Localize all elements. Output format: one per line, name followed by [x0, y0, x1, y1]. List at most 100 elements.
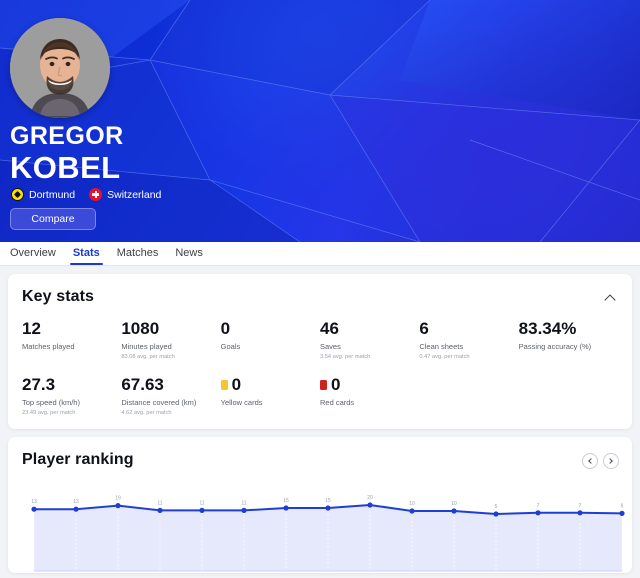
switzerland-flag-icon — [89, 188, 103, 201]
stat-value-text: 46 — [320, 319, 339, 338]
chart-point-label: 10 — [409, 501, 415, 507]
stat-sublabel: 83.08 avg. per match — [121, 354, 175, 360]
stat-item: 67.63 Distance covered (km) 4.62 avg. per … — [121, 375, 220, 417]
stat-value: 67.63 — [121, 375, 220, 395]
stat-value-text: 0 — [220, 319, 231, 338]
stat-item: 0 Goals — [221, 319, 320, 361]
stat-label: Yellow cards — [220, 398, 263, 407]
chart-data-point[interactable] — [535, 510, 541, 516]
chart-point-label: 13 — [31, 499, 37, 505]
ranking-prev-button[interactable] — [582, 453, 598, 469]
chevron-up-icon — [604, 293, 616, 306]
chart-point-label: 15 — [325, 498, 331, 504]
chart-point-label: 5 — [495, 504, 498, 510]
ranking-next-button[interactable] — [603, 453, 619, 469]
key-stats-card: Key stats 12 Matches played 1080 Minutes pl… — [8, 274, 632, 429]
stat-label: Red cards — [320, 398, 355, 407]
ranking-line-chart: 13 13 19 11 11 11 15 15 20 10 10 5 7 7 6 — [31, 495, 625, 572]
player-meta-row: Dortmund Switzerland — [11, 188, 161, 201]
chart-point-label: 11 — [157, 500, 162, 506]
profile-tabs: Overview Stats Matches News — [0, 242, 640, 266]
stat-value: 0 — [221, 319, 320, 339]
red-card-icon — [320, 380, 327, 390]
chart-point-label: 7 — [537, 503, 540, 509]
chart-data-point[interactable] — [73, 506, 79, 512]
tab-matches[interactable]: Matches — [117, 247, 159, 265]
content-area: Key stats 12 Matches played 1080 Minutes pl… — [0, 266, 640, 573]
stat-value: 0 — [220, 375, 320, 395]
chart-point-label: 19 — [115, 496, 121, 502]
stat-value: 0 — [320, 375, 419, 395]
stat-label: Distance covered (km) — [121, 398, 197, 407]
stat-label: Matches played — [22, 342, 75, 351]
chart-point-label: 11 — [241, 500, 246, 506]
key-stats-title: Key stats — [22, 288, 95, 305]
chart-data-point[interactable] — [283, 505, 289, 511]
stat-item: 27.3 Top speed (km/h) 23.49 avg. per match — [22, 375, 121, 417]
chevron-left-icon — [587, 458, 594, 464]
chart-data-point[interactable] — [619, 510, 625, 516]
tab-overview[interactable]: Overview — [10, 247, 56, 265]
chart-data-point[interactable] — [199, 507, 205, 513]
chart-data-point[interactable] — [157, 507, 163, 513]
stat-value: 6 — [419, 319, 518, 339]
tab-news[interactable]: News — [175, 247, 203, 265]
country-info[interactable]: Switzerland — [89, 188, 161, 201]
stat-label: Passing accuracy (%) — [518, 342, 592, 351]
key-stats-grid: 12 Matches played 1080 Minutes played 83.08 … — [22, 319, 618, 417]
stat-value: 27.3 — [22, 375, 121, 395]
stat-value-text: 1080 — [121, 319, 160, 338]
stat-item: 12 Matches played — [22, 319, 121, 361]
player-name: GREGOR KOBEL — [10, 122, 124, 184]
key-stats-collapse-button[interactable] — [602, 290, 618, 306]
player-ranking-title: Player ranking — [22, 451, 134, 468]
dortmund-crest-icon — [11, 188, 24, 201]
stat-label: Clean sheets — [419, 342, 464, 351]
stat-value-text: 27.3 — [22, 375, 56, 394]
stat-label: Top speed (km/h) — [22, 398, 80, 407]
tab-stats[interactable]: Stats — [69, 247, 103, 265]
chart-point-label: 10 — [451, 501, 457, 507]
compare-button[interactable]: Compare — [10, 208, 96, 230]
chart-point-label: 7 — [579, 503, 582, 509]
chart-data-point[interactable] — [451, 508, 457, 514]
stat-value-text: 83.34% — [518, 319, 577, 338]
stat-item: 0 Red cards — [320, 375, 419, 417]
country-name: Switzerland — [107, 188, 162, 201]
chart-point-label: 15 — [283, 498, 289, 504]
chart-data-point[interactable] — [241, 507, 247, 513]
stat-label: Goals — [220, 342, 241, 351]
ranking-pagination — [582, 453, 619, 469]
stat-item: 0 Yellow cards — [220, 375, 320, 417]
chart-point-label: 11 — [199, 500, 204, 506]
stat-item: 6 Clean sheets 0.47 avg. per match — [419, 319, 518, 361]
stat-item: 1080 Minutes played 83.08 avg. per match — [121, 319, 220, 361]
stat-value: 12 — [22, 319, 121, 339]
chart-point-label: 6 — [621, 503, 624, 509]
chart-data-point[interactable] — [31, 506, 37, 512]
chart-point-label: 20 — [367, 495, 373, 501]
stat-sublabel: 0.47 avg. per match — [419, 354, 470, 360]
stat-value-text: 12 — [22, 319, 41, 338]
stat-value: 46 — [320, 319, 419, 339]
chart-data-point[interactable] — [577, 510, 583, 516]
player-first-name: GREGOR — [10, 122, 124, 150]
player-last-name: KOBEL — [10, 150, 121, 185]
stat-value-text: 67.63 — [121, 375, 164, 394]
stat-value-text: 0 — [231, 375, 242, 394]
chart-data-point[interactable] — [367, 502, 373, 508]
chart-data-point[interactable] — [409, 508, 415, 514]
chevron-right-icon — [607, 458, 614, 464]
chart-data-point[interactable] — [493, 511, 499, 517]
chart-data-point[interactable] — [115, 503, 121, 509]
player-ranking-card: Player ranking 13 13 19 11 11 11 15 15 20 10 10 5 7 7… — [8, 437, 632, 573]
yellow-card-icon — [220, 380, 228, 390]
chart-point-label: 13 — [73, 499, 79, 505]
chart-data-point[interactable] — [325, 505, 331, 511]
stat-item: 46 Saves 3.54 avg. per match — [320, 319, 419, 361]
club-info[interactable]: Dortmund — [11, 188, 75, 201]
club-name: Dortmund — [29, 188, 76, 201]
stat-sublabel: 4.62 avg. per match — [121, 410, 172, 416]
stat-sublabel: 3.54 avg. per match — [320, 354, 371, 360]
stat-label: Saves — [320, 342, 341, 351]
